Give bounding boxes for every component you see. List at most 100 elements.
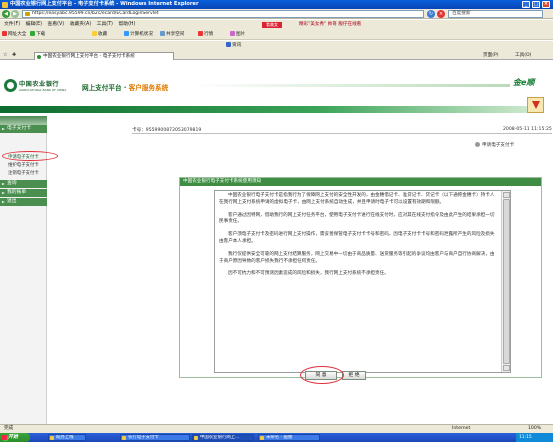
computer-icon xyxy=(124,31,129,36)
back-icon[interactable]: ◀ xyxy=(2,10,10,18)
toolbar-pictures[interactable]: 图片 xyxy=(230,30,245,40)
menu-tools[interactable]: 工具(T) xyxy=(97,20,113,30)
agreement-paragraph: 客户通过因特网，借助我行的网上支付任务平台，使用电子支付卡进行在线支付时，应对其… xyxy=(219,212,495,225)
datetime: 2008-05-11 11:15:25 xyxy=(503,127,552,132)
lock-icon xyxy=(25,12,30,16)
security-zone: Internet xyxy=(452,426,471,431)
close-button[interactable]: × xyxy=(542,1,550,8)
toolbar-computer-status[interactable]: 计算机状况 xyxy=(124,30,153,40)
brand-logo: 金e顺 xyxy=(513,78,535,87)
search-input[interactable]: 百度搜索 xyxy=(448,10,543,18)
scroll-down-icon[interactable] xyxy=(503,365,510,371)
apply-ecard-link[interactable]: 申请电子支付卡 xyxy=(474,142,514,148)
favorites-bar: 资讯 xyxy=(0,41,553,51)
site-icon xyxy=(37,54,41,59)
agreement-scrollbar[interactable] xyxy=(501,191,510,372)
menu-view[interactable]: 查看(V) xyxy=(48,20,65,30)
start-button[interactable]: 开始 xyxy=(0,433,30,442)
toolbar-stocks-label: 行情 xyxy=(204,32,214,37)
chart-icon xyxy=(198,31,203,36)
tab-bar: ☆ ✚ 中国农业银行网上支付平台 - 电子支付卡系统 页面(P) 工具(O) xyxy=(0,51,553,60)
sidebar-item-cancel-ecard[interactable]: 注销电子支付卡 xyxy=(0,170,47,177)
decline-button[interactable]: 拒 绝 xyxy=(342,371,366,380)
task-item[interactable]: 农行电子支付卡 xyxy=(120,434,190,441)
refresh-icon[interactable]: ↻ xyxy=(427,10,435,18)
forward-icon[interactable]: ▶ xyxy=(11,10,19,18)
favbar-news[interactable]: 资讯 xyxy=(226,41,241,51)
minimize-button[interactable]: _ xyxy=(522,1,530,8)
page-content: 中国农业银行 AGRICULTURAL BANK OF CHINA 网上支付平台… xyxy=(0,61,553,424)
stop-icon[interactable]: × xyxy=(437,10,445,18)
clock: 11:15 xyxy=(519,435,532,440)
panel-title: 中国农业银行电子支付卡系统使用须知 xyxy=(180,178,541,186)
task-item-active[interactable]: 中国农业银行网上... xyxy=(192,434,254,441)
sidebar-item-maintain-ecard[interactable]: 维护电子支付卡 xyxy=(0,162,47,169)
agreement-paragraph: 客户须电子支付卡及密码进行网上支付操作，需妥善保管电子支付卡卡号和密码，因电子支… xyxy=(219,232,495,244)
agreement-paragraph: 我行仅提供安全可靠的网上支付结算服务，网上交易中一切由于商品质量、送货服务等引起… xyxy=(219,251,495,264)
page-menu[interactable]: 页面(P) xyxy=(483,51,499,60)
address-input[interactable]: https://easyabc.95599.cn/b2c/ecard/ECard… xyxy=(22,10,424,18)
favorites-star-icon[interactable]: ☆ xyxy=(3,51,7,60)
star-icon xyxy=(92,31,97,36)
ad-badge[interactable]: 看美女 xyxy=(262,22,282,28)
menu-bar: 文件(F) 编辑(E) 查看(V) 收藏夹(A) 工具(T) 帮助(H) 看美女… xyxy=(0,20,553,30)
menu-favorites[interactable]: 收藏夹(A) xyxy=(70,20,91,30)
ad-text[interactable]: 精彩"美女秀" 帅哥 靓仔在线看 xyxy=(299,20,361,30)
toolbar-favorites[interactable]: 收藏 xyxy=(92,30,107,40)
window-title: 中国农业银行网上支付平台 - 电子支付卡系统 - Windows Interne… xyxy=(10,1,199,7)
toolbar-share[interactable]: 共享空间 xyxy=(160,30,184,40)
window-title-bar: 中国农业银行网上支付平台 - 电子支付卡系统 - Windows Interne… xyxy=(0,0,553,9)
sidebar-section-exit[interactable]: 退出 xyxy=(0,198,47,206)
agreement-panel: 中国农业银行电子支付卡系统使用须知 中国农业银行电子支付卡是指我行为了保障网上支… xyxy=(179,177,542,378)
system-title: 网上支付平台 · 客户服务系统 xyxy=(82,82,168,92)
picture-icon xyxy=(230,31,235,36)
toolbar-download-label: 下载 xyxy=(36,32,46,37)
sidebar: 电子支付卡 申请电子支付卡 维护电子支付卡 注销电子支付卡 查询 我的账单 退出 xyxy=(0,116,58,424)
sidebar-section-ecard[interactable]: 电子支付卡 xyxy=(0,125,47,133)
sidebar-header-art xyxy=(0,116,47,125)
agreement-text: 中国农业银行电子支付卡是指我行为了保障网上支付的安全性开发的，由金穗借记卡、准贷… xyxy=(219,193,499,284)
task-label: 农行电子支付卡 xyxy=(128,435,159,440)
sidebar-section-bills[interactable]: 我的账单 xyxy=(0,189,47,197)
toolbar-pictures-label: 图片 xyxy=(236,32,246,37)
agreement-paragraph: 因不可抗力和不可预测因素造成的风险和损失，我行网上支付系统不承担责任。 xyxy=(228,271,389,277)
scroll-up-icon[interactable] xyxy=(503,192,510,198)
menu-help[interactable]: 帮助(H) xyxy=(118,20,135,30)
toolbar-stocks[interactable]: 行情 xyxy=(198,30,213,40)
ie-icon xyxy=(2,1,8,8)
highlight-circle xyxy=(300,366,344,384)
ie-task-icon xyxy=(194,436,198,440)
menu-edit[interactable]: 编辑(E) xyxy=(26,20,42,30)
system-title-suffix: 客户服务系统 xyxy=(128,84,169,92)
maximize-button[interactable]: □ xyxy=(532,1,540,8)
task-item[interactable]: 既办上线 xyxy=(48,434,86,441)
task-label: 既办上线 xyxy=(56,435,74,440)
add-favorites-icon[interactable]: ✚ xyxy=(12,51,16,60)
agreement-textbox[interactable]: 中国农业银行电子支付卡是指我行为了保障网上支付的安全性开发的，由金穗借记卡、准贷… xyxy=(214,190,511,373)
toolbar-computer-status-label: 计算机状况 xyxy=(130,32,153,37)
zoom-level[interactable]: 100% xyxy=(528,425,541,433)
tab-current[interactable]: 中国农业银行网上支付平台 - 电子支付卡系统 xyxy=(34,52,174,60)
toolbar-share-label: 共享空间 xyxy=(166,32,185,37)
tools-menu[interactable]: 工具(O) xyxy=(515,51,531,60)
status-text: 完成 xyxy=(4,426,14,431)
divider xyxy=(132,133,552,134)
agreement-paragraph: 中国农业银行电子支付卡是指我行为了保障网上支付的安全性开发的，由金穗借记卡、准贷… xyxy=(219,193,495,205)
bank-english-name: AGRICULTURAL BANK OF CHINA xyxy=(19,88,67,92)
scroll-thumb[interactable] xyxy=(503,199,510,364)
toolbar-favorites-label: 收藏 xyxy=(98,32,108,37)
abc-logo-icon xyxy=(4,79,17,92)
taskbar: 开始 既办上线 农行电子支付卡 中国农业银行网上... 未命名 - 画图 11:… xyxy=(0,433,553,442)
download-icon xyxy=(30,31,35,36)
toolbar-brand[interactable]: 网址大全 xyxy=(2,30,26,40)
status-bar: 完成 Internet 100% xyxy=(0,424,553,433)
banner-stripe xyxy=(190,84,510,87)
share-icon xyxy=(160,31,165,36)
task-label: 未命名 - 画图 xyxy=(266,435,293,440)
menu-file[interactable]: 文件(F) xyxy=(4,20,20,30)
system-tray: 11:15 xyxy=(516,433,553,442)
sidebar-section-query[interactable]: 查询 xyxy=(0,180,47,188)
task-item[interactable]: 未命名 - 画图 xyxy=(258,434,320,441)
folder-icon xyxy=(50,436,54,440)
toolbar-download[interactable]: 下载 xyxy=(30,30,45,40)
